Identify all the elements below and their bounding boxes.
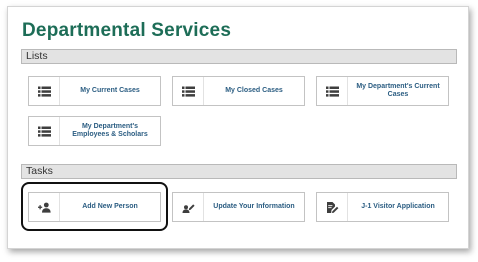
list-icon <box>317 77 348 105</box>
add-person-icon <box>29 193 60 221</box>
edit-document-icon <box>317 193 348 221</box>
list-icon <box>29 77 60 105</box>
list-icon <box>173 77 204 105</box>
add-new-person-button[interactable]: Add New Person <box>28 192 161 222</box>
my-current-cases-button[interactable]: My Current Cases <box>28 76 161 106</box>
my-departments-employees-scholars-button[interactable]: My Department's Employees & Scholars <box>28 116 161 146</box>
lists-section-header: Lists <box>21 49 457 64</box>
edit-person-icon <box>173 193 204 221</box>
tile-label: My Department's Current Cases <box>356 82 440 99</box>
list-icon <box>29 117 60 145</box>
page-title: Departmental Services <box>22 20 232 41</box>
my-closed-cases-button[interactable]: My Closed Cases <box>172 76 305 106</box>
tile-label: J-1 Visitor Application <box>361 202 435 210</box>
tile-label: My Closed Cases <box>225 86 283 94</box>
tile-label: My Current Cases <box>80 86 140 94</box>
tile-label: Update Your Information <box>213 202 295 210</box>
tile-label: Add New Person <box>82 202 138 210</box>
my-departments-current-cases-button[interactable]: My Department's Current Cases <box>316 76 449 106</box>
tile-label: My Department's Employees & Scholars <box>72 122 148 139</box>
j1-visitor-application-button[interactable]: J-1 Visitor Application <box>316 192 449 222</box>
tasks-section-header: Tasks <box>21 164 457 179</box>
departmental-services-panel: Departmental Services Lists My Current C… <box>7 6 469 249</box>
update-your-information-button[interactable]: Update Your Information <box>172 192 305 222</box>
